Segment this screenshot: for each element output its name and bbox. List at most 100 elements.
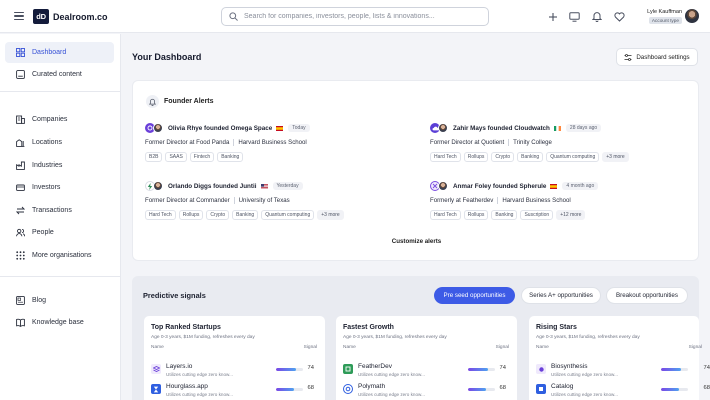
tag[interactable]: Hard Tech bbox=[145, 210, 176, 220]
customize-alerts-button[interactable]: Customize alerts bbox=[133, 238, 700, 245]
company-name[interactable]: Layers.io bbox=[166, 363, 192, 370]
founder-alert[interactable]: Olivia Rhye founded Omega Space Today Fo… bbox=[145, 123, 415, 162]
search-box[interactable] bbox=[221, 7, 489, 26]
founder-alerts-card: Founder Alerts Olivia Rhye founded Omega… bbox=[132, 80, 699, 261]
avatar bbox=[438, 123, 448, 133]
transactions-icon bbox=[16, 206, 25, 215]
alert-school: Trinity College bbox=[513, 139, 552, 146]
sidebar-item-companies[interactable]: Companies bbox=[5, 109, 114, 130]
dashboard-settings-button[interactable]: Dashboard settings bbox=[616, 48, 698, 66]
list-item[interactable]: Polymath Utilizes cutting edge zero know… bbox=[343, 382, 511, 398]
signal-bar bbox=[468, 388, 495, 391]
more-tags-button[interactable]: +3 more bbox=[602, 152, 629, 162]
tag[interactable]: Banking bbox=[217, 152, 244, 162]
sidebar-item-dashboard[interactable]: Dashboard bbox=[5, 42, 114, 63]
founder-alert[interactable]: Zahir Mays founded Cloudwatch 28 days ag… bbox=[430, 123, 700, 162]
more-icon bbox=[16, 251, 25, 260]
alert-school: University of Texas bbox=[238, 197, 290, 204]
signal-bar bbox=[276, 388, 303, 391]
search-input[interactable] bbox=[244, 13, 474, 20]
tag[interactable]: SAAS bbox=[165, 152, 187, 162]
monitor-icon[interactable] bbox=[568, 10, 581, 23]
company-name[interactable]: Hourglass.app bbox=[166, 383, 208, 390]
sidebar-item-people[interactable]: People bbox=[5, 222, 114, 243]
curated-icon bbox=[16, 70, 25, 79]
filter-breakout[interactable]: Breakout opportunities bbox=[606, 287, 688, 304]
tag[interactable]: Banking bbox=[232, 210, 259, 220]
tag[interactable]: Rollups bbox=[463, 152, 489, 162]
dashboard-settings-label: Dashboard settings bbox=[636, 53, 690, 61]
alert-role: Former Director at Food Panda bbox=[145, 139, 230, 146]
sidebar-item-more-organisations[interactable]: More organisations bbox=[5, 245, 114, 266]
signal-value: 74 bbox=[307, 365, 314, 371]
bell-icon[interactable] bbox=[590, 10, 603, 23]
sidebar-item-industries[interactable]: Industries bbox=[5, 155, 114, 176]
sidebar-item-blog[interactable]: Blog bbox=[5, 290, 114, 311]
alert-title[interactable]: Orlando Diggs founded Juntii bbox=[168, 183, 257, 190]
founder-alerts-header: Founder Alerts bbox=[146, 95, 214, 108]
tag[interactable]: Rollups bbox=[178, 210, 204, 220]
company-name[interactable]: Catalog bbox=[551, 383, 573, 390]
tag[interactable]: Fintech bbox=[189, 152, 215, 162]
filter-series-a[interactable]: Series A+ opportunities bbox=[521, 287, 601, 304]
alert-role: Formerly at Featherdev bbox=[430, 197, 494, 204]
plus-icon[interactable] bbox=[546, 10, 559, 23]
tag[interactable]: Banking bbox=[517, 152, 544, 162]
alert-role: Former Director at Commander bbox=[145, 197, 230, 204]
sidebar-item-label: Dashboard bbox=[32, 49, 67, 56]
alert-title[interactable]: Olivia Rhye founded Omega Space bbox=[168, 125, 272, 132]
app-logo[interactable]: dD Dealroom.co bbox=[33, 9, 108, 24]
sidebar-item-locations[interactable]: Locations bbox=[5, 132, 114, 153]
tag[interactable]: Quantum computing bbox=[546, 152, 600, 162]
tag[interactable]: Suscription bbox=[520, 210, 554, 220]
list-item[interactable]: Hourglass.app Utilizes cutting edge zero… bbox=[151, 382, 319, 398]
company-desc: Utilizes cutting edge zero know... bbox=[166, 392, 233, 397]
sidebar-item-label: Curated content bbox=[32, 71, 82, 78]
founder-alert[interactable]: Anmar Foley founded Spherule 4 month ago… bbox=[430, 181, 700, 220]
blog-icon bbox=[16, 296, 25, 305]
alert-title[interactable]: Anmar Foley founded Spherule bbox=[453, 183, 546, 190]
more-tags-button[interactable]: +3 more bbox=[317, 210, 344, 220]
list-item[interactable]: Catalog Utilizes cutting edge zero know.… bbox=[536, 382, 710, 398]
company-name[interactable]: Polymath bbox=[358, 383, 385, 390]
sidebar-item-knowledge-base[interactable]: Knowledge base bbox=[5, 312, 114, 333]
list-item[interactable]: FeatherDev Utilizes cutting edge zero kn… bbox=[343, 362, 511, 378]
sidebar-item-transactions[interactable]: Transactions bbox=[5, 200, 114, 221]
list-item[interactable]: Layers.io Utilizes cutting edge zero kno… bbox=[151, 362, 319, 378]
company-desc: Utilizes cutting edge zero know... bbox=[358, 372, 425, 377]
company-desc: Utilizes cutting edge zero know... bbox=[358, 392, 425, 397]
founder-alert[interactable]: Orlando Diggs founded Juntii Yesterday F… bbox=[145, 181, 415, 220]
signal-value: 68 bbox=[307, 385, 314, 391]
tag[interactable]: Rollups bbox=[463, 210, 489, 220]
filter-pre-seed[interactable]: Pre seed opportunities bbox=[434, 287, 515, 304]
menu-icon[interactable] bbox=[14, 12, 24, 20]
signal-card-subtitle: Age 0-3 years, $1M funding, refreshes ev… bbox=[536, 335, 640, 340]
industries-icon bbox=[16, 161, 25, 170]
tag[interactable]: B2B bbox=[145, 152, 163, 162]
heart-icon[interactable] bbox=[613, 10, 626, 23]
company-desc: Utilizes cutting edge zero know... bbox=[166, 372, 233, 377]
signal-value: 74 bbox=[703, 365, 710, 371]
alert-title[interactable]: Zahir Mays founded Cloudwatch bbox=[453, 125, 550, 132]
tag[interactable]: Hard Tech bbox=[430, 152, 461, 162]
more-tags-button[interactable]: +12 more bbox=[556, 210, 586, 220]
top-bar: dD Dealroom.co Lyle Kauffman Account typ… bbox=[0, 0, 710, 33]
company-name[interactable]: Biosynthesis bbox=[551, 363, 588, 370]
signal-card-fastest-growth: Fastest Growth Age 0-3 years, $1M fundin… bbox=[336, 316, 517, 400]
avatar[interactable] bbox=[685, 9, 699, 23]
sidebar-item-label: Industries bbox=[32, 162, 63, 169]
tag[interactable]: Hard Tech bbox=[430, 210, 461, 220]
signal-bar bbox=[661, 388, 688, 391]
sidebar-item-label: Locations bbox=[32, 139, 62, 146]
page-title: Your Dashboard bbox=[132, 52, 202, 62]
tag[interactable]: Crypto bbox=[206, 210, 230, 220]
company-name[interactable]: FeatherDev bbox=[358, 363, 392, 370]
sidebar-item-curated-content[interactable]: Curated content bbox=[5, 64, 114, 85]
list-item[interactable]: Biosynthesis Utilizes cutting edge zero … bbox=[536, 362, 710, 378]
tag[interactable]: Banking bbox=[491, 210, 518, 220]
investors-icon bbox=[16, 183, 25, 192]
column-header-name: Name bbox=[343, 345, 356, 350]
tag[interactable]: Quantum computing bbox=[261, 210, 315, 220]
sidebar-item-investors[interactable]: Investors bbox=[5, 177, 114, 198]
tag[interactable]: Crypto bbox=[491, 152, 515, 162]
